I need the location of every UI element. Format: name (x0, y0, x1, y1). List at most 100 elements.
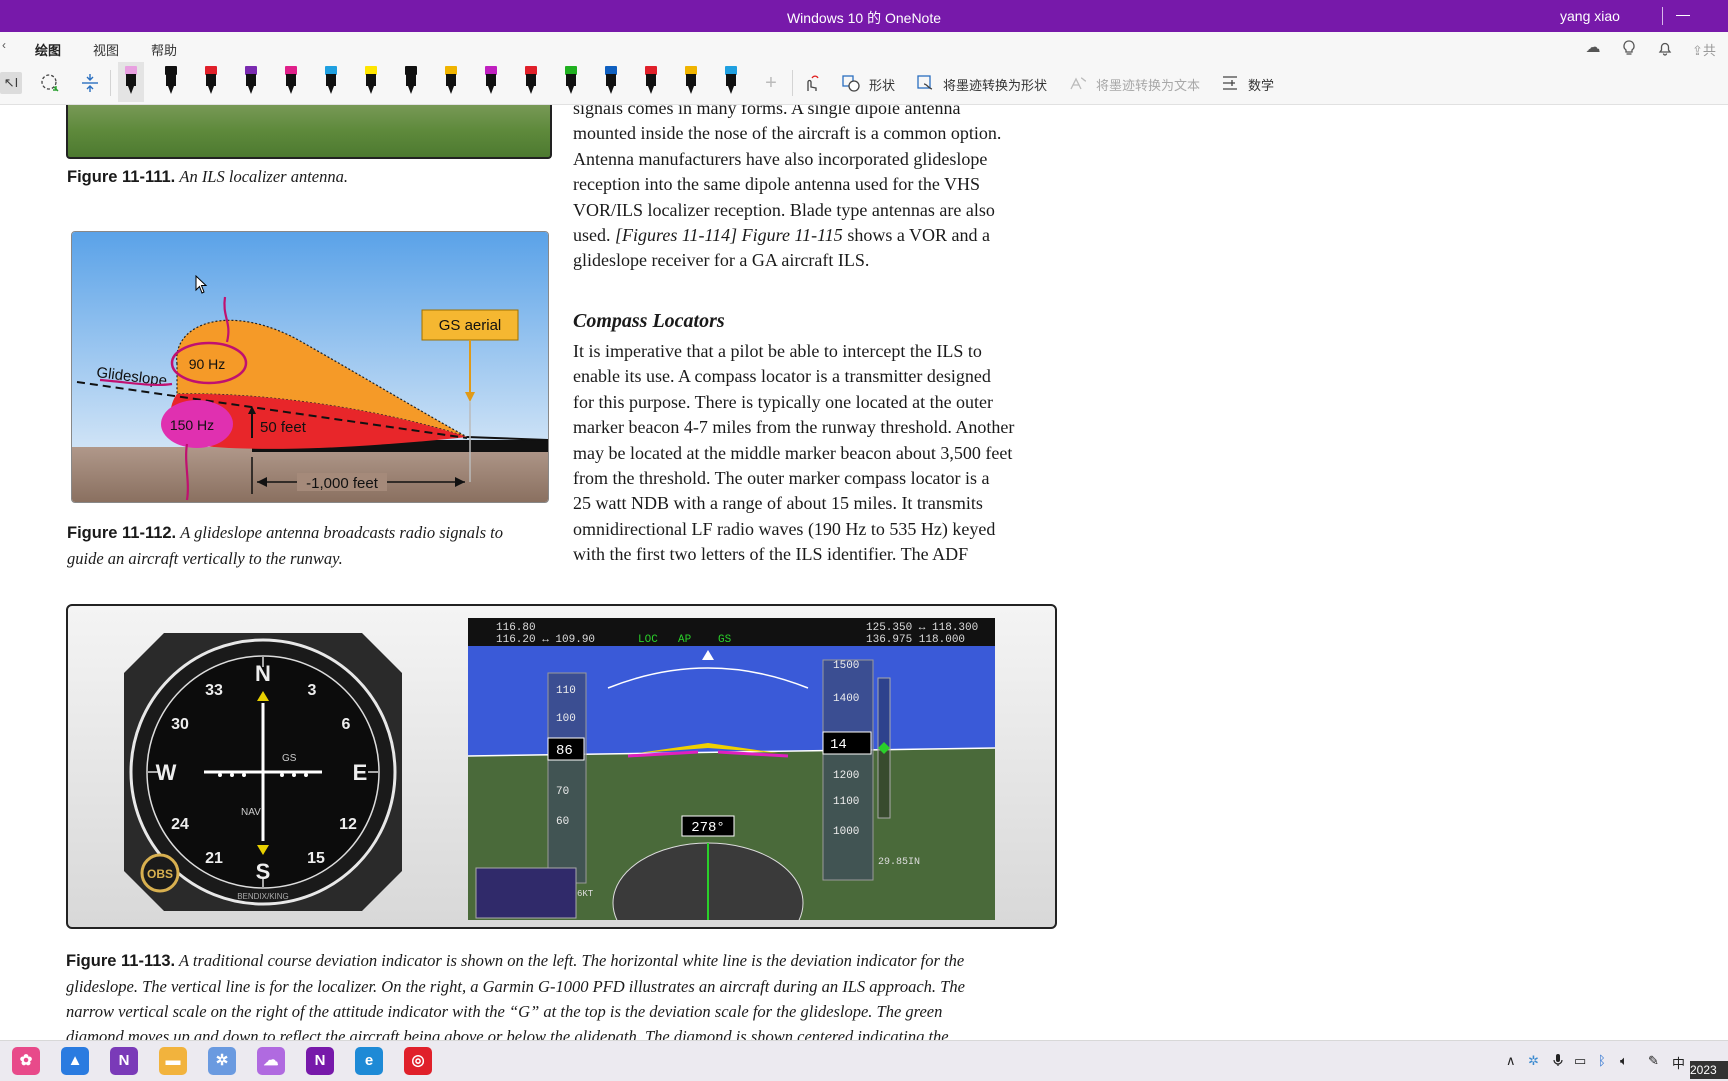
taskbar-onenote-1-icon[interactable]: N (110, 1047, 138, 1075)
text-line: used. [Figures 11-114] Figure 11-115 sho… (573, 223, 1056, 248)
pen-15[interactable] (678, 62, 704, 102)
ribbon-tabs: ‹ 绘图 视图 帮助 ☁ ⇪共 (0, 32, 1728, 65)
pfd-spd: 110 (556, 685, 576, 697)
minimize-icon[interactable] (1676, 15, 1690, 16)
bluetooth-icon[interactable]: ᛒ (1598, 1053, 1606, 1068)
ink-to-shape-icon[interactable] (914, 72, 936, 94)
cdi-west: W (156, 760, 177, 785)
pfd-mode-ap: AP (678, 634, 692, 646)
pen-13[interactable] (598, 62, 624, 102)
text-line: mounted inside the nose of the aircraft … (573, 123, 1002, 144)
sync-icon[interactable]: ☁ (1584, 39, 1602, 57)
pfd-alt: 1200 (833, 770, 859, 782)
text-fragment: used. (573, 225, 615, 246)
clock[interactable]: 2023 (1690, 1061, 1728, 1079)
glideslope-diagram: GS aerial 90 Hz 150 Hz Glideslope 50 fee… (72, 232, 548, 502)
pfd-com1: 125.350 ↔ 118.300 (866, 622, 978, 634)
bell-icon[interactable] (1656, 39, 1674, 57)
taskbar-file-explorer-icon[interactable]: ▬ (159, 1047, 187, 1075)
shapes-button[interactable]: 形状 (869, 75, 895, 94)
caption-line: glideslope. The vertical line is for the… (66, 977, 965, 996)
toolbar-separator (110, 70, 111, 96)
pfd-alt: 1400 (833, 693, 859, 705)
caption-number: Figure 11-111. (67, 168, 176, 186)
tray-app-icon[interactable]: ✲ (1528, 1053, 1539, 1069)
ink-to-shape-button[interactable]: 将墨迹转换为形状 (943, 75, 1047, 94)
pfd-alt: 1000 (833, 826, 859, 838)
pen-4[interactable] (238, 62, 264, 102)
cdi-tick-6: 6 (342, 716, 351, 733)
note-page[interactable]: Figure 11-111. An ILS localizer antenna.… (0, 105, 1728, 1040)
tab-view[interactable]: 视图 (93, 40, 119, 59)
cdi-north: N (255, 661, 271, 686)
pen-11[interactable] (518, 62, 544, 102)
pen-1[interactable] (118, 62, 144, 102)
taskbar-photos-blue-icon[interactable]: ▲ (61, 1047, 89, 1075)
pen-8[interactable] (398, 62, 424, 102)
tab-draw[interactable]: 绘图 (35, 40, 62, 65)
taskbar-app-wheel-icon[interactable]: ✲ (208, 1047, 236, 1075)
pfd-com2: 136.975 118.000 (866, 634, 965, 646)
lightbulb-icon[interactable] (1620, 39, 1638, 57)
pfd-spd: 70 (556, 786, 569, 798)
math-button[interactable]: 数学 (1248, 75, 1274, 94)
pfd-heading-readout: 278° (691, 820, 725, 836)
back-arrow-icon[interactable]: ‹ (2, 38, 6, 52)
toolbar-separator (792, 70, 793, 96)
taskbar-photos-icon[interactable]: ✿ (12, 1047, 40, 1075)
pfd-spd: 60 (556, 816, 569, 828)
pfd-mode-gs: GS (718, 634, 732, 646)
pfd-nav1: 116.80 (496, 622, 536, 634)
cdi-tick-3: 3 (308, 682, 317, 699)
caption-text-line1: A glideslope antenna broadcasts radio si… (180, 523, 503, 542)
user-name[interactable]: yang xiao (1560, 8, 1620, 24)
figure-reference: [Figures 11-114] Figure 11-115 (615, 225, 843, 246)
tab-help[interactable]: 帮助 (151, 40, 177, 59)
title-separator (1662, 7, 1663, 25)
cdi-nav-label: NAV (241, 807, 261, 818)
share-label: 共 (1702, 43, 1716, 58)
volume-icon[interactable]: 🔈︎ (1620, 1053, 1628, 1069)
caption-number: Figure 11-112. (67, 524, 177, 542)
math-icon[interactable] (1219, 72, 1241, 94)
pen-icon[interactable]: ✎ (1648, 1053, 1659, 1069)
pfd-alt: 1500 (833, 660, 859, 672)
taskbar: ✿ ▲ N ▬ ✲ ☁ Ne ◎ ∧ ✲ ▭ ᛒ 🔈︎ ✎ 中 2023 (0, 1040, 1728, 1081)
add-space-icon[interactable] (79, 72, 101, 94)
text-fragment: shows a VOR and a (842, 225, 990, 246)
pfd-airspeed-readout: 86 (556, 743, 573, 759)
chevron-up-icon[interactable]: ∧ (1506, 1053, 1516, 1069)
cdi-tick-30: 30 (171, 716, 189, 733)
taskbar-netease-music-icon[interactable]: ◎ (404, 1047, 432, 1075)
pfd-airspeed-tape (547, 672, 587, 884)
pen-3[interactable] (198, 62, 224, 102)
pen-12[interactable] (558, 62, 584, 102)
cdi-pfd-figure: N E S W 3 6 12 15 21 24 30 33 GS NAV OBS… (66, 604, 1057, 929)
microphone-icon[interactable] (1552, 1053, 1564, 1070)
caption-line: A traditional course deviation indicator… (178, 951, 965, 970)
mouse-cursor-icon (195, 275, 208, 294)
share-button[interactable]: ⇪共 (1692, 40, 1716, 59)
network-icon[interactable]: ▭ (1574, 1053, 1586, 1069)
caption-text-line2: guide an aircraft vertically to the runw… (67, 549, 343, 568)
pen-5[interactable] (278, 62, 304, 102)
pen-14[interactable] (638, 62, 664, 102)
taskbar-app-cloud-icon[interactable]: ☁ (257, 1047, 285, 1075)
lasso-select-icon[interactable] (39, 72, 61, 94)
add-pen-icon[interactable]: + (760, 72, 782, 94)
pen-10[interactable] (478, 62, 504, 102)
type-select-icon[interactable]: ↖I (0, 72, 22, 94)
taskbar-edge-icon[interactable]: e (355, 1047, 383, 1075)
text-line: enable its use. A compass locator is a t… (573, 366, 991, 387)
caption-number: Figure 11-113. (66, 952, 176, 970)
pen-9[interactable] (438, 62, 464, 102)
pen-6[interactable] (318, 62, 344, 102)
touch-draw-icon[interactable] (800, 72, 822, 94)
ime-indicator[interactable]: 中 (1672, 1053, 1685, 1072)
taskbar-onenote-2-icon[interactable]: N (306, 1047, 334, 1075)
shapes-icon[interactable] (840, 72, 862, 94)
pen-7[interactable] (358, 62, 384, 102)
caption-line: narrow vertical scale on the right of th… (66, 1002, 943, 1021)
pen-16[interactable] (718, 62, 744, 102)
pen-2[interactable] (158, 62, 184, 102)
